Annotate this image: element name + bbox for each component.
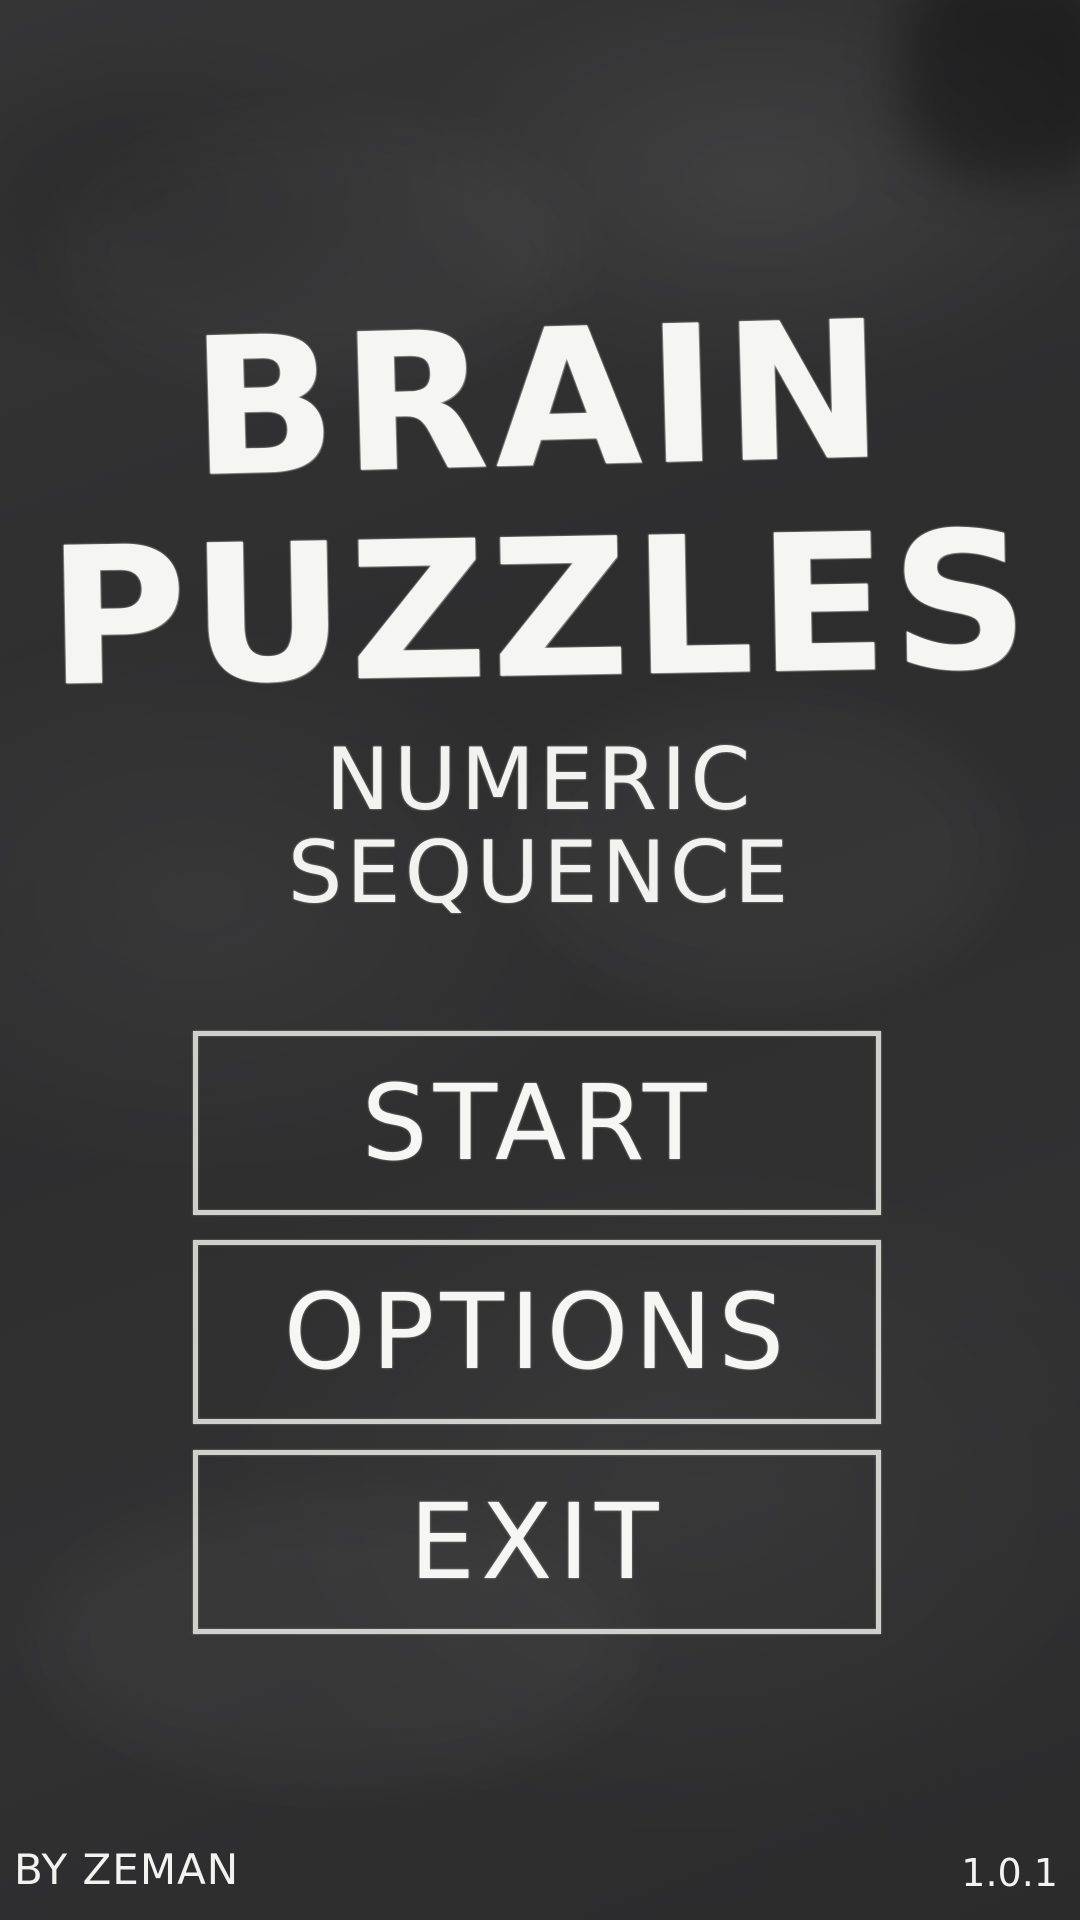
game-title-line-2: PUZZLES (45, 490, 1035, 729)
game-subtitle-line-1: NUMERIC (325, 730, 755, 830)
chalkboard-background: BRAIN PUZZLES NUMERIC SEQUENCE START OPT… (0, 0, 1080, 1920)
exit-button[interactable]: EXIT (193, 1450, 881, 1634)
author-credit: BY ZEMAN (14, 1845, 240, 1894)
options-button[interactable]: OPTIONS (193, 1240, 881, 1424)
options-button-label: OPTIONS (283, 1271, 791, 1393)
game-title-line-1: BRAIN (188, 279, 892, 520)
version-label: 1.0.1 (961, 1851, 1058, 1895)
game-subtitle-line-2: SEQUENCE (287, 823, 793, 923)
exit-button-label: EXIT (409, 1481, 665, 1603)
start-button-label: START (361, 1062, 713, 1184)
start-button[interactable]: START (193, 1031, 881, 1215)
eraser-mark (900, 0, 1080, 180)
